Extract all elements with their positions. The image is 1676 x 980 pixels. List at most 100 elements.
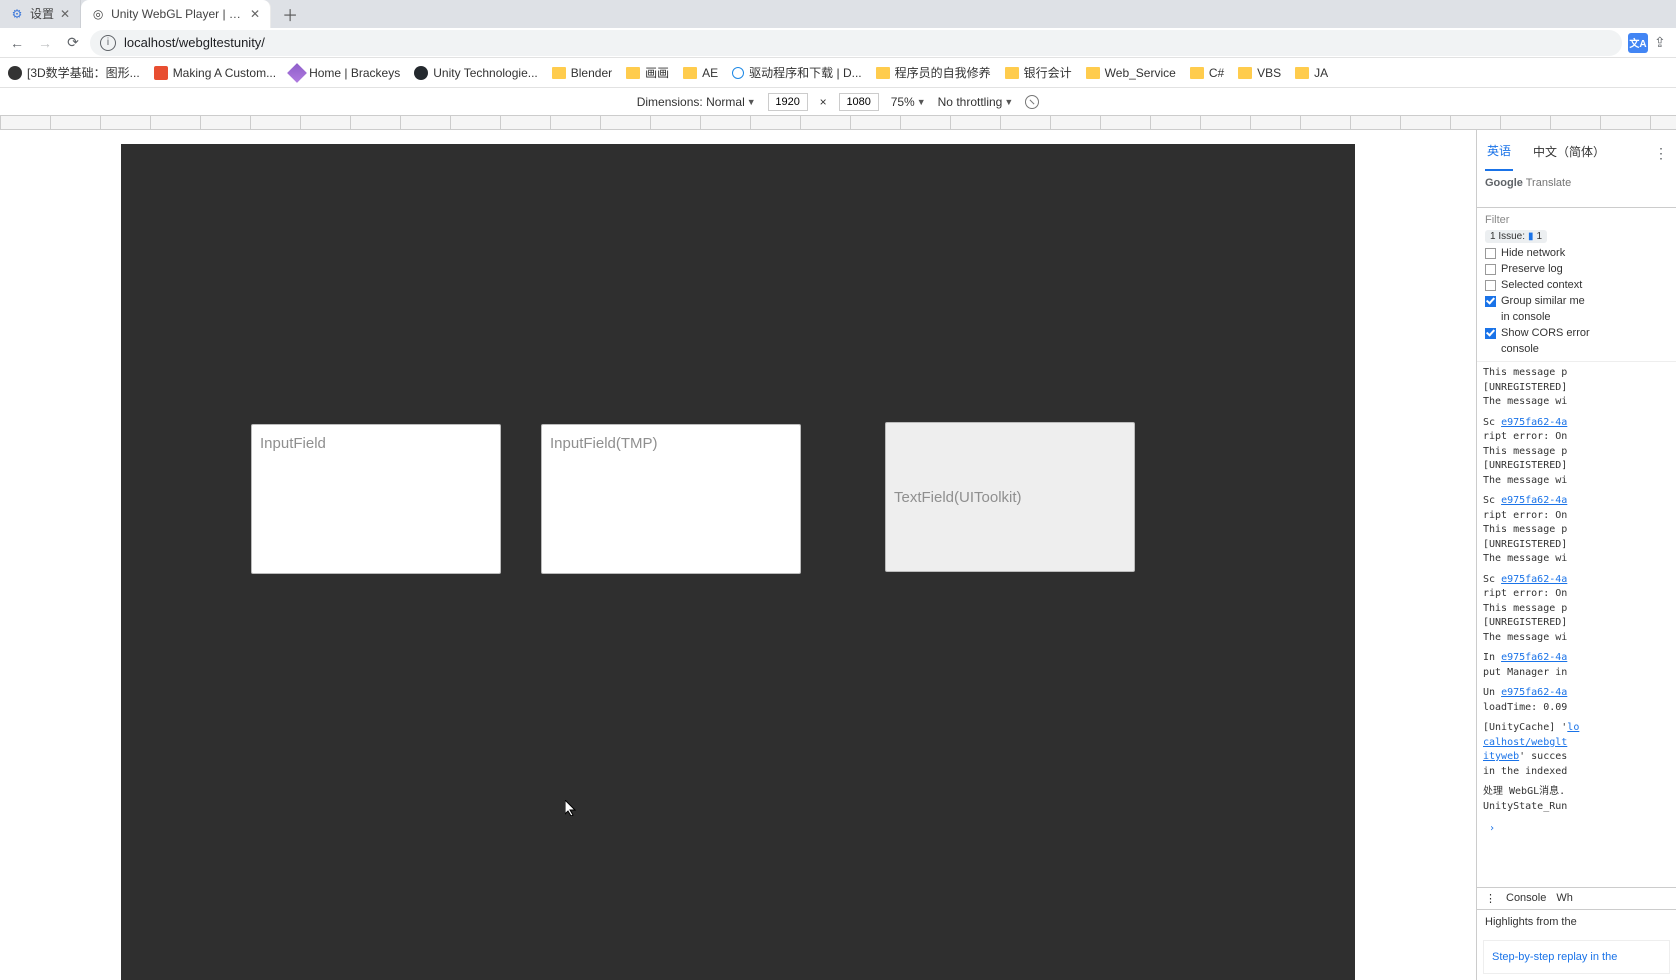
bookmark-item[interactable]: Web_Service [1086,66,1176,80]
back-button[interactable]: ← [6,32,28,54]
filter-label[interactable]: Filter [1485,214,1509,226]
textfield-uitoolkit[interactable]: TextField(UIToolkit) [885,422,1135,572]
ruler [0,116,1676,130]
bookmark-item[interactable]: 驱动程序和下载 | D... [732,64,861,81]
bookmark-item[interactable]: 程序员的自我修养 [876,64,991,81]
bookmark-favicon [732,67,744,79]
viewport-area: InputField InputField(TMP) TextField(UIT… [0,130,1476,980]
checkbox-group-similar[interactable] [1485,296,1496,307]
bookmark-favicon [8,66,22,80]
bookmark-item[interactable]: Home | Brackeys [290,66,400,80]
checkbox-hide-network[interactable] [1485,248,1496,259]
bookmark-item[interactable]: Making A Custom... [154,66,276,80]
tab-console[interactable]: Console [1506,892,1546,904]
new-tab-button[interactable]: ＋ [277,1,303,27]
site-info-icon[interactable]: i [100,35,116,51]
throttling-select[interactable]: No throttling ▼ [938,95,1014,109]
zoom-select[interactable]: 75% ▼ [891,95,926,109]
browser-tab-strip: ⚙ 设置 ✕ ◎ Unity WebGL Player | My proje ✕… [0,0,1676,28]
whatsnew-card[interactable]: Step-by-step replay in the [1483,940,1670,975]
bookmark-favicon [414,66,428,80]
folder-icon [626,67,640,79]
address-row: ← → ⟳ i localhost/webgltestunity/ 文A ⇪ [0,28,1676,58]
gear-icon: ⚙ [10,7,24,21]
address-bar[interactable]: i localhost/webgltestunity/ [90,30,1622,56]
cursor-icon [565,800,577,816]
more-icon[interactable]: ⋮ [1654,145,1668,162]
translate-tab-zh[interactable]: 中文（简体） [1531,137,1607,170]
log-link[interactable]: lo [1567,722,1579,733]
device-toolbar: Dimensions: Normal ▼ × 75% ▼ No throttli… [0,88,1676,116]
checkbox-cors[interactable] [1485,328,1496,339]
tab-whatsnew[interactable]: Wh [1556,892,1573,904]
folder-icon [552,67,566,79]
chevron-down-icon: ▼ [747,97,756,107]
chevron-down-icon: ▼ [1004,97,1013,107]
bookmark-item[interactable]: 银行会计 [1005,64,1072,81]
console-filter-section: Filter 1 Issue: ▮ 1 Hide network Preserv… [1477,208,1676,362]
folder-icon [1190,67,1204,79]
card-text: Step-by-step replay in the [1492,951,1617,963]
main-split: InputField InputField(TMP) TextField(UIT… [0,130,1676,980]
forward-button[interactable]: → [34,32,56,54]
folder-icon [1086,67,1100,79]
folder-icon [1005,67,1019,79]
translate-popup: 英语 中文（简体） ⋮ Google Translate [1477,130,1676,208]
input-placeholder: InputField [260,435,326,452]
checkbox-preserve-log[interactable] [1485,264,1496,275]
log-link[interactable]: e975fa62-4a [1501,495,1567,506]
tab-settings[interactable]: ⚙ 设置 ✕ [0,0,81,28]
log-link[interactable]: e975fa62-4a [1501,687,1567,698]
checkbox-selected-context[interactable] [1485,280,1496,291]
drawer-tabs: ⋮ Console Wh [1477,887,1676,909]
rotate-icon[interactable] [1025,95,1039,109]
translate-icon[interactable]: 文A [1628,33,1648,53]
width-input[interactable] [768,93,808,111]
bookmark-favicon [287,63,307,83]
tab-unity-webgl[interactable]: ◎ Unity WebGL Player | My proje ✕ [81,0,271,28]
page-icon: ◎ [91,7,105,21]
height-input[interactable] [839,93,879,111]
bookmark-item[interactable]: VBS [1238,66,1281,80]
translate-brand: Google Translate [1485,177,1668,189]
bookmark-item[interactable]: C# [1190,66,1224,80]
folder-icon [876,67,890,79]
log-link[interactable]: e975fa62-4a [1501,574,1567,585]
close-icon[interactable]: ✕ [60,0,70,28]
highlights-heading: Highlights from the [1477,909,1676,934]
devtools-panel: 英语 中文（简体） ⋮ Google Translate Filter 1 Is… [1476,130,1676,980]
share-icon[interactable]: ⇪ [1654,34,1670,51]
log-link[interactable]: e975fa62-4a [1501,652,1567,663]
chevron-down-icon: ▼ [917,97,926,107]
folder-icon [1295,67,1309,79]
log-link[interactable]: ityweb [1483,751,1519,762]
bookmark-item[interactable]: Unity Technologie... [414,66,538,80]
dim-separator: × [820,95,827,109]
unity-canvas[interactable]: InputField InputField(TMP) TextField(UIT… [121,144,1355,980]
console-log[interactable]: This message p [UNREGISTERED] The messag… [1477,362,1676,887]
input-field-tmp[interactable]: InputField(TMP) [541,424,801,574]
issues-badge[interactable]: 1 Issue: ▮ 1 [1485,230,1547,243]
bookmark-favicon [154,66,168,80]
folder-icon [1238,67,1252,79]
bookmark-item[interactable]: [3D数学基础：图形... [8,64,140,81]
log-link[interactable]: calhost/webglt [1483,737,1567,748]
log-link[interactable]: e975fa62-4a [1501,417,1567,428]
more-icon[interactable]: ⋮ [1485,892,1496,905]
input-field-legacy[interactable]: InputField [251,424,501,574]
folder-icon [683,67,697,79]
translate-tab-en[interactable]: 英语 [1485,136,1513,171]
tab-title: Unity WebGL Player | My proje [111,0,244,28]
bookmark-item[interactable]: Blender [552,66,612,80]
tab-title: 设置 [30,0,54,28]
bookmarks-bar: [3D数学基础：图形... Making A Custom... Home | … [0,58,1676,88]
console-prompt[interactable]: › [1483,820,1670,839]
bookmark-item[interactable]: AE [683,66,718,80]
bookmark-item[interactable]: JA [1295,66,1328,80]
dimensions-preset[interactable]: Dimensions: Normal ▼ [637,95,756,109]
issue-icon: ▮ [1528,231,1534,242]
reload-button[interactable]: ⟳ [62,32,84,54]
bookmark-item[interactable]: 画画 [626,64,669,81]
input-placeholder: InputField(TMP) [550,435,658,452]
close-icon[interactable]: ✕ [250,0,260,28]
